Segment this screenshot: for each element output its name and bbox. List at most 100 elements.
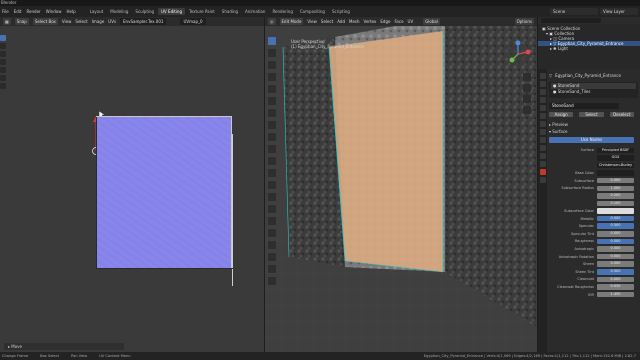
tab-uv-editing[interactable]: UV Editing [158, 8, 185, 15]
tab-shading[interactable]: Shading [219, 8, 241, 15]
subsurface-method-dropdown[interactable]: Christensen-Burley [597, 162, 634, 169]
smooth-tool-icon[interactable] [268, 229, 276, 237]
pan-icon[interactable] [523, 84, 531, 92]
rotate-tool-icon[interactable] [0, 51, 6, 57]
shear-tool-icon[interactable] [268, 265, 276, 273]
menu-select[interactable]: Select [75, 19, 87, 24]
physics-tab-icon[interactable] [539, 145, 546, 151]
poly-build-tool-icon[interactable] [268, 205, 276, 213]
edge-slide-tool-icon[interactable] [268, 241, 276, 249]
move-tool-icon[interactable] [0, 43, 6, 49]
move-tool-icon[interactable] [268, 61, 276, 69]
cursor-tool-icon[interactable] [0, 35, 6, 41]
scene-tab-icon[interactable] [539, 105, 546, 111]
material-slot-item[interactable]: ● StoneSand_Tiles [551, 89, 636, 95]
preview-section[interactable]: ▸ Preview [549, 121, 638, 128]
ortho-toggle-icon[interactable] [523, 106, 531, 114]
property-value-field[interactable]: 0.500 [597, 238, 634, 245]
annotate-tool-icon[interactable] [0, 75, 6, 81]
transform-orientation-dropdown[interactable]: Global [423, 18, 440, 25]
annotate-tool-icon[interactable] [268, 109, 276, 117]
menu-edit[interactable]: Edit [14, 9, 22, 14]
property-value-field[interactable]: 0.000 [597, 276, 634, 283]
menu-view[interactable]: View [307, 19, 317, 24]
tab-layout[interactable]: Layout [87, 8, 107, 15]
properties-editor[interactable]: ▽ Egyptian_City_Pyramid_Entrance ● Stone… [538, 69, 640, 352]
menu-file[interactable]: File [2, 9, 9, 14]
surface-section[interactable]: ▾ Surface [549, 128, 638, 135]
menu-uvs[interactable]: UVs [108, 19, 116, 24]
output-tab-icon[interactable] [539, 89, 546, 95]
property-value-field[interactable]: 0.000 [597, 177, 634, 184]
loop-cut-tool-icon[interactable] [268, 181, 276, 189]
material-tab-icon[interactable] [539, 169, 546, 175]
menu-image[interactable]: Image [92, 19, 105, 24]
tab-modeling[interactable]: Modeling [107, 8, 131, 15]
tab-sculpting[interactable]: Sculpting [132, 8, 157, 15]
texture-tab-icon[interactable] [539, 177, 546, 183]
menu-face[interactable]: Face [394, 19, 403, 24]
menu-help[interactable]: Help [66, 9, 75, 14]
transform-tool-icon[interactable] [268, 97, 276, 105]
distribution-dropdown[interactable]: GGX [597, 155, 634, 161]
menu-uv[interactable]: UV [408, 19, 414, 24]
outliner-item-light[interactable]: ▸ ✺ Light [538, 46, 640, 51]
camera-view-icon[interactable] [523, 95, 531, 103]
property-value-field[interactable]: 0.500 [597, 223, 634, 229]
menu-vertex[interactable]: Vertex [364, 19, 377, 24]
navigation-gizmo-icon[interactable] [503, 39, 533, 69]
grab-tool-icon[interactable] [0, 83, 6, 89]
tab-texture-paint[interactable]: Texture Paint [186, 8, 218, 15]
assign-button[interactable]: Assign [549, 111, 574, 118]
surface-shader-dropdown[interactable]: Principled BSDF [597, 147, 634, 154]
uv-editor-icon[interactable]: ▦ [3, 18, 11, 25]
view-layer-selector[interactable]: View Layer [600, 8, 638, 15]
add-cube-tool-icon[interactable] [268, 133, 276, 141]
deselect-button[interactable]: Deselect [609, 111, 634, 118]
spin-tool-icon[interactable] [268, 217, 276, 225]
menu-view[interactable]: View [62, 19, 72, 24]
tab-animation[interactable]: Animation [242, 8, 268, 15]
property-value-field[interactable]: 0.200 [597, 193, 634, 199]
3d-viewport[interactable]: ◎ Edit Mode View Select Add Mesh Vertex … [265, 17, 537, 352]
options-dropdown[interactable]: Options [514, 18, 534, 25]
object-tab-icon[interactable] [539, 121, 546, 127]
select-tool-icon[interactable] [268, 37, 276, 45]
scale-tool-icon[interactable] [268, 85, 276, 93]
snap-button[interactable]: Snap [14, 18, 29, 25]
select-mode-dropdown[interactable]: Select Box [32, 18, 58, 25]
modifier-tab-icon[interactable] [539, 129, 546, 135]
scale-tool-icon[interactable] [0, 59, 6, 65]
inset-tool-icon[interactable] [268, 157, 276, 165]
menu-edge[interactable]: Edge [380, 19, 390, 24]
image-selector[interactable]: EnvSampler.Tex.001 [120, 18, 167, 25]
scene-selector[interactable]: Scene [550, 8, 598, 15]
property-value-field[interactable]: 1.000 [597, 185, 634, 192]
edit-mode-dropdown[interactable]: Edit Mode [279, 18, 304, 25]
property-value-field[interactable]: 0.000 [597, 253, 634, 260]
bevel-tool-icon[interactable] [268, 169, 276, 177]
data-tab-icon[interactable] [539, 161, 546, 167]
menu-render[interactable]: Render [26, 9, 40, 14]
cursor-tool-icon[interactable] [268, 49, 276, 57]
property-value-field[interactable]: 0.000 [597, 215, 634, 222]
render-tab-icon[interactable] [539, 81, 546, 87]
operator-panel-move[interactable]: ▸ Move [4, 343, 124, 350]
viewport-editor-icon[interactable]: ◎ [268, 18, 276, 25]
uvmap-selector[interactable]: UVmap_0 [180, 18, 206, 25]
menu-add[interactable]: Add [337, 19, 345, 24]
use-nodes-button[interactable]: Use Nodes [549, 137, 634, 143]
property-value-field[interactable]: 1.450 [597, 291, 634, 298]
menu-window[interactable]: Window [46, 9, 62, 14]
world-tab-icon[interactable] [539, 113, 546, 119]
rip-tool-icon[interactable] [268, 277, 276, 285]
material-slot-list[interactable]: ● StoneSand ● StoneSand_Tiles [549, 82, 638, 98]
property-value-field[interactable]: 0.000 [597, 261, 634, 267]
measure-tool-icon[interactable] [268, 121, 276, 129]
particles-tab-icon[interactable] [539, 137, 546, 143]
property-value-field[interactable]: 0.500 [597, 269, 634, 275]
material-name-field[interactable]: StoneSand [549, 103, 619, 109]
property-value-field[interactable]: 0.000 [597, 246, 634, 252]
tab-scripting[interactable]: Scripting [329, 8, 353, 15]
outliner[interactable]: ▣ Scene Collection ▾ ▣ Collection ▸ ◫ Ca… [538, 17, 640, 69]
